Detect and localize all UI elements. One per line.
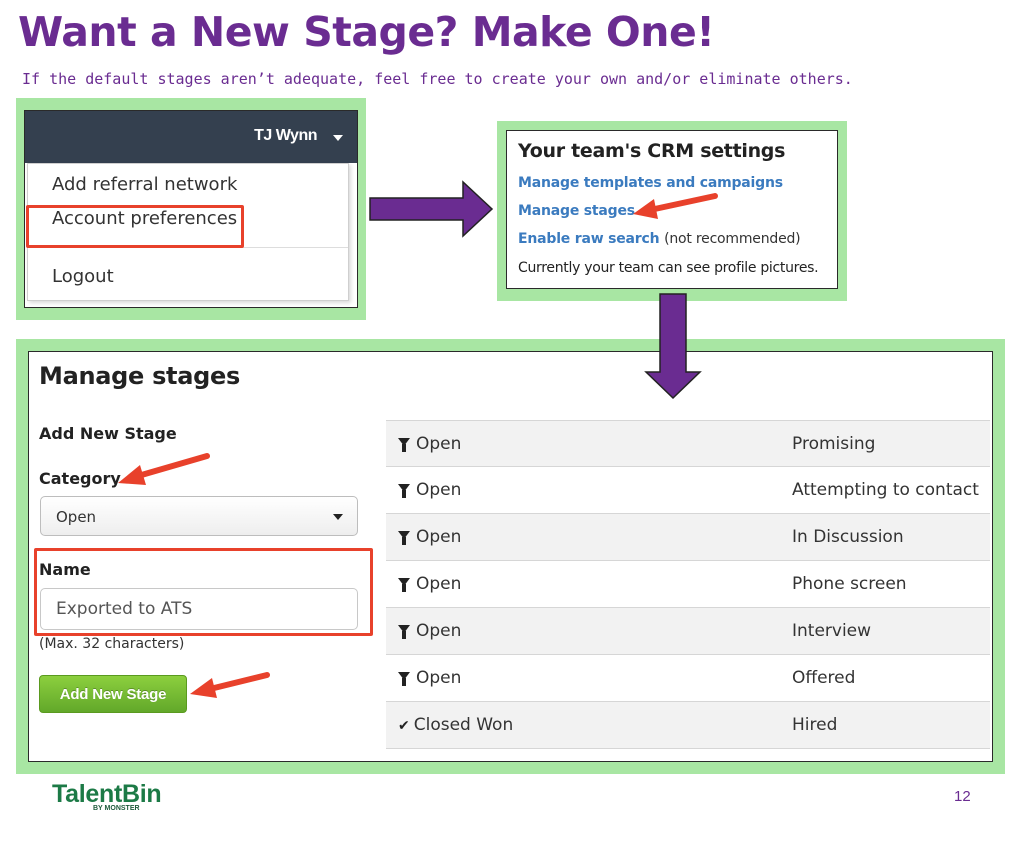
stage-category: Open xyxy=(416,668,462,688)
stage-name: Promising xyxy=(792,434,876,454)
manage-templates-link[interactable]: Manage templates and campaigns xyxy=(518,175,783,191)
funnel-icon xyxy=(398,625,410,639)
stage-category-cell: Open xyxy=(398,621,461,641)
funnel-icon xyxy=(398,438,410,452)
funnel-icon xyxy=(398,531,410,545)
stages-table: Open Promising Open Attempting to contac… xyxy=(386,420,990,749)
raw-search-row: Enable raw search (not recommended) xyxy=(518,231,801,247)
callout-account-preferences xyxy=(26,205,244,248)
stage-name: Hired xyxy=(792,715,838,735)
menu-item-logout[interactable]: Logout xyxy=(52,266,114,287)
slide-title: Want a New Stage? Make One! xyxy=(18,8,715,56)
funnel-icon xyxy=(398,672,410,686)
stage-category-cell: Open xyxy=(398,434,461,454)
stage-name: Phone screen xyxy=(792,574,907,594)
table-row[interactable]: Open Interview xyxy=(386,608,990,655)
table-row[interactable]: Open Attempting to contact xyxy=(386,467,990,514)
table-row[interactable]: ✔ Closed Won Hired xyxy=(386,702,990,749)
stage-category: Closed Won xyxy=(413,715,514,735)
name-length-hint: (Max. 32 characters) xyxy=(39,636,185,652)
table-row[interactable]: Open Offered xyxy=(386,655,990,702)
stage-name: In Discussion xyxy=(792,527,904,547)
raw-search-note: (not recommended) xyxy=(664,231,801,247)
category-select[interactable]: Open xyxy=(40,496,358,536)
slide-subtitle: If the default stages aren’t adequate, f… xyxy=(22,70,853,88)
crm-panel-frame: Your team's CRM settings Manage template… xyxy=(497,121,847,301)
funnel-icon xyxy=(398,578,410,592)
stage-category-cell: Open xyxy=(398,480,461,500)
funnel-icon xyxy=(398,484,410,498)
crm-settings-title: Your team's CRM settings xyxy=(518,140,786,162)
stage-category-cell: Open xyxy=(398,668,461,688)
stage-category-cell: Open xyxy=(398,527,461,547)
stage-name: Offered xyxy=(792,668,856,688)
menu-item-add-referral-network[interactable]: Add referral network xyxy=(52,174,237,195)
table-row[interactable]: Open Promising xyxy=(386,420,990,467)
stage-category-cell: ✔ Closed Won xyxy=(398,715,513,735)
stage-category: Open xyxy=(416,434,462,454)
category-label: Category xyxy=(39,469,121,488)
user-menu-name[interactable]: TJ Wynn xyxy=(254,127,317,145)
table-row[interactable]: Open In Discussion xyxy=(386,514,990,561)
page-number: 12 xyxy=(954,788,971,805)
enable-raw-search-link[interactable]: Enable raw search xyxy=(518,231,660,247)
stage-category: Open xyxy=(416,480,462,500)
stage-category: Open xyxy=(416,574,462,594)
app-top-bar: TJ Wynn xyxy=(25,111,357,163)
manage-stages-title: Manage stages xyxy=(39,362,240,390)
crm-settings-panel: Your team's CRM settings Manage template… xyxy=(506,130,838,289)
table-row[interactable]: Open Phone screen xyxy=(386,561,990,608)
arrow-right-icon xyxy=(369,180,494,238)
manage-stages-link[interactable]: Manage stages xyxy=(518,203,635,219)
chevron-down-icon xyxy=(333,514,343,520)
caret-down-icon[interactable] xyxy=(333,135,343,141)
category-select-value: Open xyxy=(56,508,97,526)
stage-name: Interview xyxy=(792,621,872,641)
stage-name: Attempting to contact xyxy=(792,480,979,500)
logo-subtext: BY MONSTER xyxy=(93,805,140,812)
stage-category-cell: Open xyxy=(398,574,461,594)
callout-name-field xyxy=(34,548,373,636)
stage-category: Open xyxy=(416,527,462,547)
check-icon: ✔ xyxy=(398,718,410,734)
profile-pictures-status: Currently your team can see profile pict… xyxy=(518,260,819,276)
add-new-stage-heading: Add New Stage xyxy=(39,424,177,443)
add-new-stage-button[interactable]: Add New Stage xyxy=(39,675,187,713)
stage-category: Open xyxy=(416,621,462,641)
